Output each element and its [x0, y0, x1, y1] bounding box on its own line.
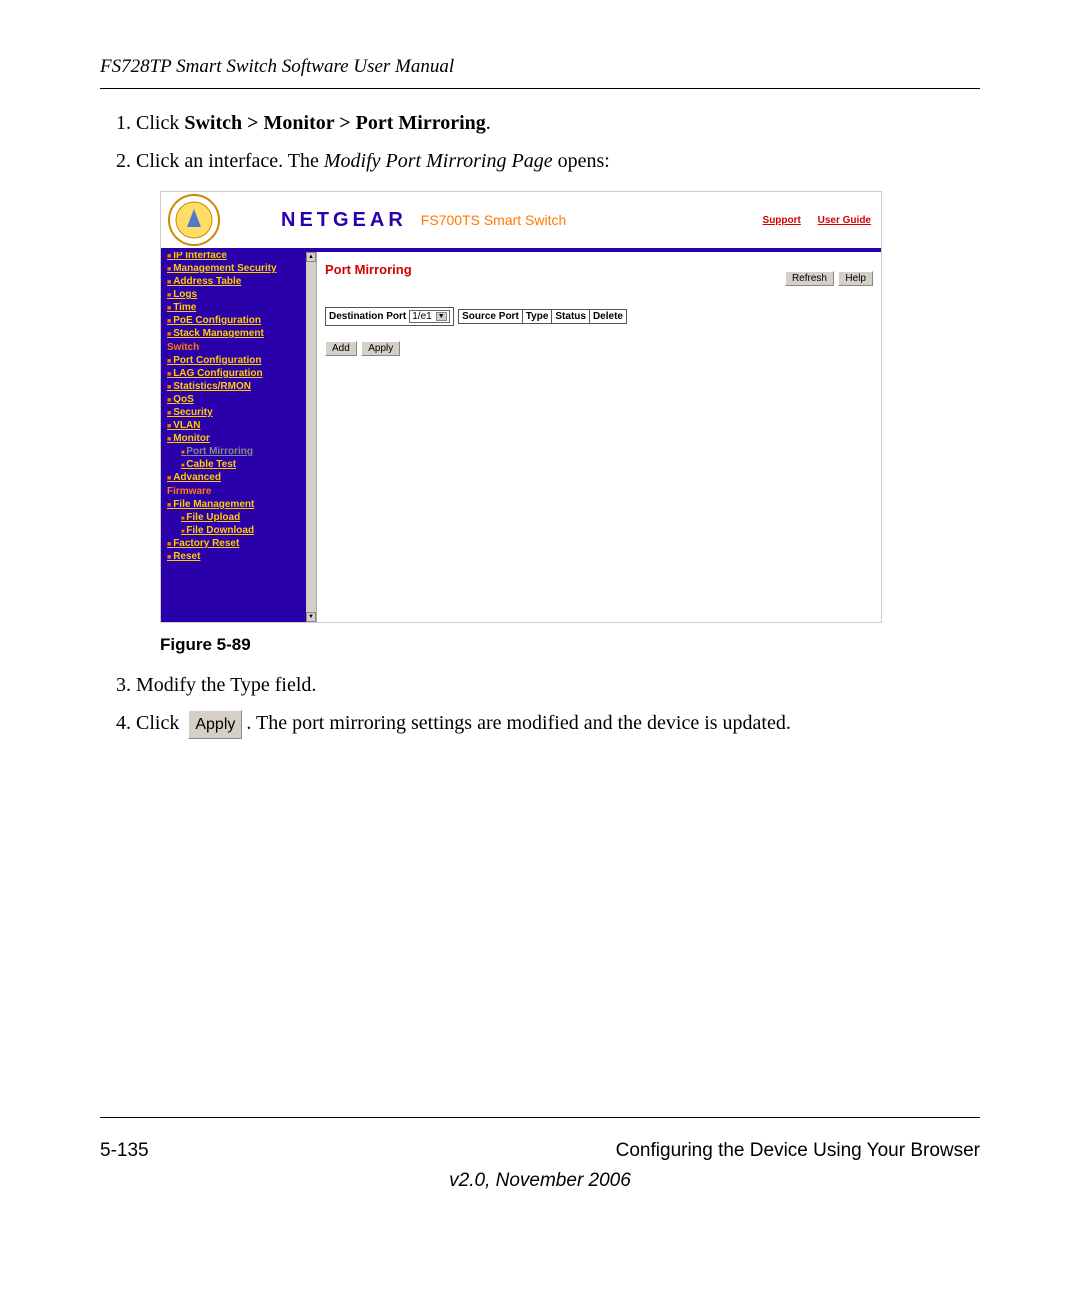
- section-name: Configuring the Device Using Your Browse…: [616, 1140, 980, 1162]
- content-panel: Port Mirroring Refresh Help Destination …: [316, 252, 881, 622]
- nav-logs[interactable]: Logs: [167, 289, 312, 300]
- nav-stack[interactable]: Stack Management: [167, 328, 312, 339]
- nav-cat-switch: Switch: [167, 342, 312, 353]
- nav-cable-test[interactable]: Cable Test: [181, 459, 312, 470]
- nav-address-table[interactable]: Address Table: [167, 276, 312, 287]
- nav-file-download[interactable]: File Download: [181, 525, 312, 536]
- nav-qos[interactable]: QoS: [167, 394, 312, 405]
- instruction-list-cont: Modify the Type field. Click Apply. The …: [136, 669, 980, 739]
- sidebar-scrollbar[interactable]: ▲ ▼: [306, 252, 316, 622]
- nav-file-mgmt[interactable]: File Management: [167, 499, 312, 510]
- apply-button[interactable]: Apply: [361, 341, 400, 356]
- th-source-port: Source Port: [459, 310, 523, 323]
- nav-vlan[interactable]: VLAN: [167, 420, 312, 431]
- step-3: Modify the Type field.: [136, 669, 980, 701]
- nav-factory-reset[interactable]: Factory Reset: [167, 538, 312, 549]
- support-link[interactable]: Support: [763, 215, 801, 226]
- nav-poe[interactable]: PoE Configuration: [167, 315, 312, 326]
- footer-row: 5-135 Configuring the Device Using Your …: [100, 1140, 980, 1162]
- page-number: 5-135: [100, 1140, 149, 1162]
- apply-button-inline: Apply: [188, 710, 242, 740]
- running-header: FS728TP Smart Switch Software User Manua…: [100, 56, 980, 78]
- product-name: FS700TS Smart Switch: [421, 212, 567, 228]
- scroll-down-icon[interactable]: ▼: [306, 612, 316, 622]
- nav-advanced[interactable]: Advanced: [167, 472, 312, 483]
- header-links: Support User Guide: [749, 215, 871, 226]
- nav-reset[interactable]: Reset: [167, 551, 312, 562]
- nav-security[interactable]: Security: [167, 407, 312, 418]
- th-type: Type: [523, 310, 553, 323]
- nav-lag[interactable]: LAG Configuration: [167, 368, 312, 379]
- footer-rule: [100, 1117, 980, 1118]
- add-button[interactable]: Add: [325, 341, 357, 356]
- app-body: IP Interface Management Security Address…: [161, 252, 881, 622]
- page-name: Modify Port Mirroring Page: [324, 150, 553, 172]
- step-4: Click Apply. The port mirroring settings…: [136, 707, 980, 739]
- user-guide-link[interactable]: User Guide: [818, 215, 871, 226]
- mirroring-table-header: Source PortTypeStatusDelete: [458, 309, 627, 324]
- header-rule: [100, 88, 980, 89]
- destination-port-label: Destination Port: [329, 311, 406, 322]
- nav-port-config[interactable]: Port Configuration: [167, 355, 312, 366]
- nav-port-mirroring[interactable]: Port Mirroring: [181, 446, 312, 457]
- doc-version: v2.0, November 2006: [0, 1170, 1080, 1192]
- destination-port-select[interactable]: 1/e1 ▼: [409, 310, 449, 323]
- instruction-list: Click Switch > Monitor > Port Mirroring.…: [136, 107, 980, 177]
- scroll-up-icon[interactable]: ▲: [306, 252, 316, 262]
- figure-caption: Figure 5-89: [160, 635, 980, 655]
- manual-page: FS728TP Smart Switch Software User Manua…: [0, 0, 1080, 1296]
- nav-ip-interface[interactable]: IP Interface: [167, 252, 312, 261]
- step-1: Click Switch > Monitor > Port Mirroring.: [136, 107, 980, 139]
- nav-stats[interactable]: Statistics/RMON: [167, 381, 312, 392]
- destination-port-field: Destination Port 1/e1 ▼: [325, 307, 454, 326]
- nav-monitor[interactable]: Monitor: [167, 433, 312, 444]
- nav-cat-firmware: Firmware: [167, 486, 312, 497]
- brand-name: NETGEAR: [281, 209, 407, 232]
- netgear-logo-icon: [167, 193, 221, 247]
- refresh-button[interactable]: Refresh: [785, 271, 834, 286]
- nav-time[interactable]: Time: [167, 302, 312, 313]
- app-header: NETGEAR FS700TS Smart Switch Support Use…: [161, 192, 881, 252]
- nav-mgmt-security[interactable]: Management Security: [167, 263, 312, 274]
- help-button[interactable]: Help: [838, 271, 873, 286]
- th-status: Status: [552, 310, 590, 323]
- menu-path: Switch > Monitor > Port Mirroring: [184, 112, 485, 134]
- nav-sidebar: IP Interface Management Security Address…: [161, 252, 316, 622]
- chevron-down-icon: ▼: [436, 312, 447, 321]
- nav-file-upload[interactable]: File Upload: [181, 512, 312, 523]
- step-2: Click an interface. The Modify Port Mirr…: [136, 145, 980, 177]
- th-delete: Delete: [590, 310, 626, 323]
- app-screenshot: NETGEAR FS700TS Smart Switch Support Use…: [160, 191, 882, 623]
- screenshot-figure: NETGEAR FS700TS Smart Switch Support Use…: [160, 191, 880, 623]
